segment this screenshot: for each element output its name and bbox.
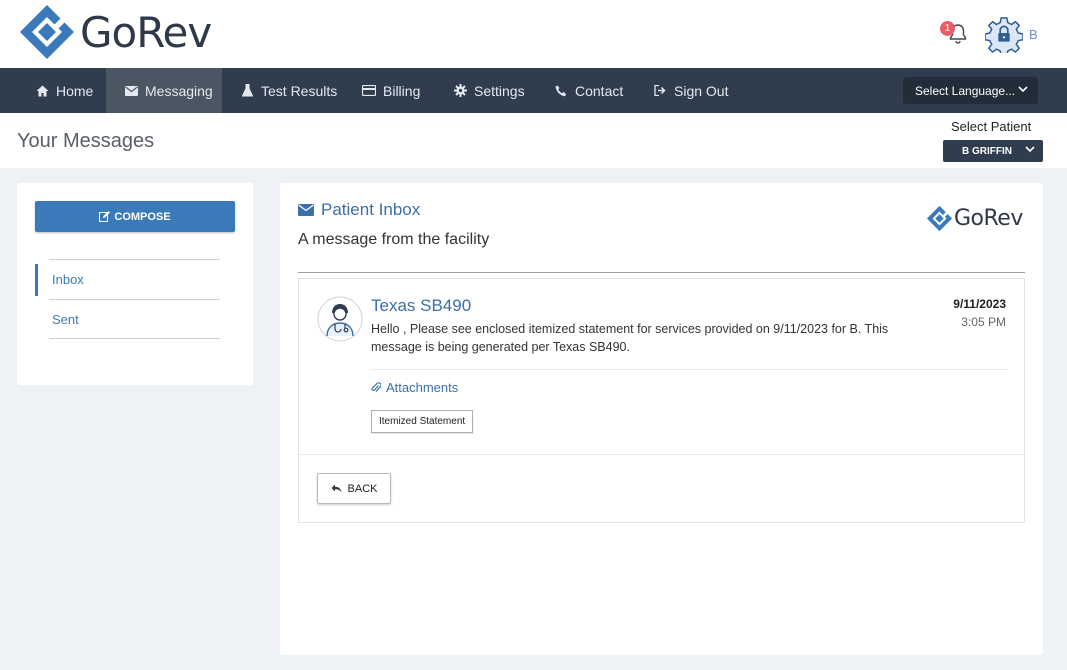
inbox-subtitle: A message from the facility	[298, 231, 490, 248]
inbox-title: Patient Inbox	[298, 200, 420, 220]
gear-icon	[453, 84, 467, 98]
logo-mark-icon	[20, 5, 74, 59]
nav-settings[interactable]: Settings	[453, 68, 525, 113]
select-patient-label: Select Patient	[951, 119, 1032, 134]
back-label: BACK	[347, 482, 378, 495]
language-select[interactable]: Select Language...	[903, 77, 1038, 104]
folder-inbox[interactable]: Inbox	[35, 259, 220, 299]
nav-test-results[interactable]: Test Results	[240, 68, 337, 113]
nav-label: Home	[56, 82, 94, 99]
nav-home[interactable]: Home	[23, 68, 105, 113]
gorev-logo[interactable]: GoRev	[18, 2, 212, 62]
reply-arrow-icon	[331, 484, 342, 493]
patient-select-value: B GRIFFIN	[962, 145, 1012, 157]
facility-logo-text: GoRev	[954, 206, 1023, 231]
sign-out-icon	[653, 84, 667, 98]
message-time: 3:05 PM	[961, 315, 1006, 329]
folder-list: Inbox Sent	[35, 259, 220, 339]
message-sidebar: COMPOSE Inbox Sent	[17, 183, 253, 385]
divider	[299, 454, 1024, 455]
folder-sent[interactable]: Sent	[49, 299, 220, 339]
facility-logo: GoRev	[926, 205, 1023, 232]
message-card: Texas SB490 Hello , Please see enclosed …	[298, 278, 1025, 523]
top-header: GoRev 1 B	[0, 0, 1067, 68]
lock-gear-icon[interactable]	[985, 15, 1023, 53]
logo-text: GoRev	[80, 7, 212, 57]
home-icon	[35, 84, 49, 98]
message-date: 9/11/2023	[953, 297, 1006, 311]
nav-label: Messaging	[145, 82, 213, 99]
chevron-down-icon	[1025, 146, 1035, 153]
doctor-avatar-icon	[317, 296, 363, 342]
message-body: Hello , Please see enclosed itemized sta…	[371, 322, 889, 354]
edit-icon	[99, 211, 111, 222]
back-button[interactable]: BACK	[317, 473, 391, 504]
user-initial[interactable]: B	[1029, 27, 1038, 42]
attachment-itemized-statement[interactable]: Itemized Statement	[371, 410, 474, 433]
nav-label: Billing	[383, 82, 421, 99]
page-header: Your Messages Select Patient B GRIFFIN	[0, 113, 1067, 168]
nav-messaging[interactable]: Messaging	[106, 68, 222, 113]
notification-badge: 1	[940, 21, 955, 36]
folder-label: Sent	[52, 311, 79, 327]
phone-icon	[554, 84, 568, 98]
message-panel: Patient Inbox A message from the facilit…	[280, 183, 1043, 655]
nav-sign-out[interactable]: Sign Out	[653, 68, 728, 113]
language-select-label: Select Language...	[915, 83, 1016, 98]
envelope-icon	[124, 84, 138, 98]
nav-contact[interactable]: Contact	[554, 68, 623, 113]
logo-mark-icon	[926, 205, 953, 232]
flask-icon	[240, 84, 254, 98]
compose-button[interactable]: COMPOSE	[35, 201, 235, 232]
attachments-label: Attachments	[386, 380, 459, 395]
patient-select[interactable]: B GRIFFIN	[943, 140, 1043, 162]
envelope-icon	[298, 204, 314, 216]
divider	[371, 369, 1007, 370]
nav-label: Settings	[474, 82, 525, 99]
credit-card-icon	[362, 84, 376, 98]
main-nav: Home Messaging Test Results Billing Sett…	[0, 68, 1067, 113]
divider	[298, 272, 1025, 273]
compose-label: COMPOSE	[114, 210, 171, 223]
folder-label: Inbox	[52, 272, 84, 287]
paperclip-icon	[371, 382, 381, 392]
nav-billing[interactable]: Billing	[362, 68, 420, 113]
chevron-down-icon	[1018, 86, 1028, 93]
nav-label: Test Results	[261, 82, 338, 99]
page-title: Your Messages	[17, 130, 155, 152]
nav-label: Contact	[575, 82, 624, 99]
attachments-heading: Attachments	[371, 380, 458, 395]
message-subject[interactable]: Texas SB490	[371, 296, 471, 316]
inbox-title-text: Patient Inbox	[321, 200, 421, 219]
nav-label: Sign Out	[674, 82, 729, 99]
